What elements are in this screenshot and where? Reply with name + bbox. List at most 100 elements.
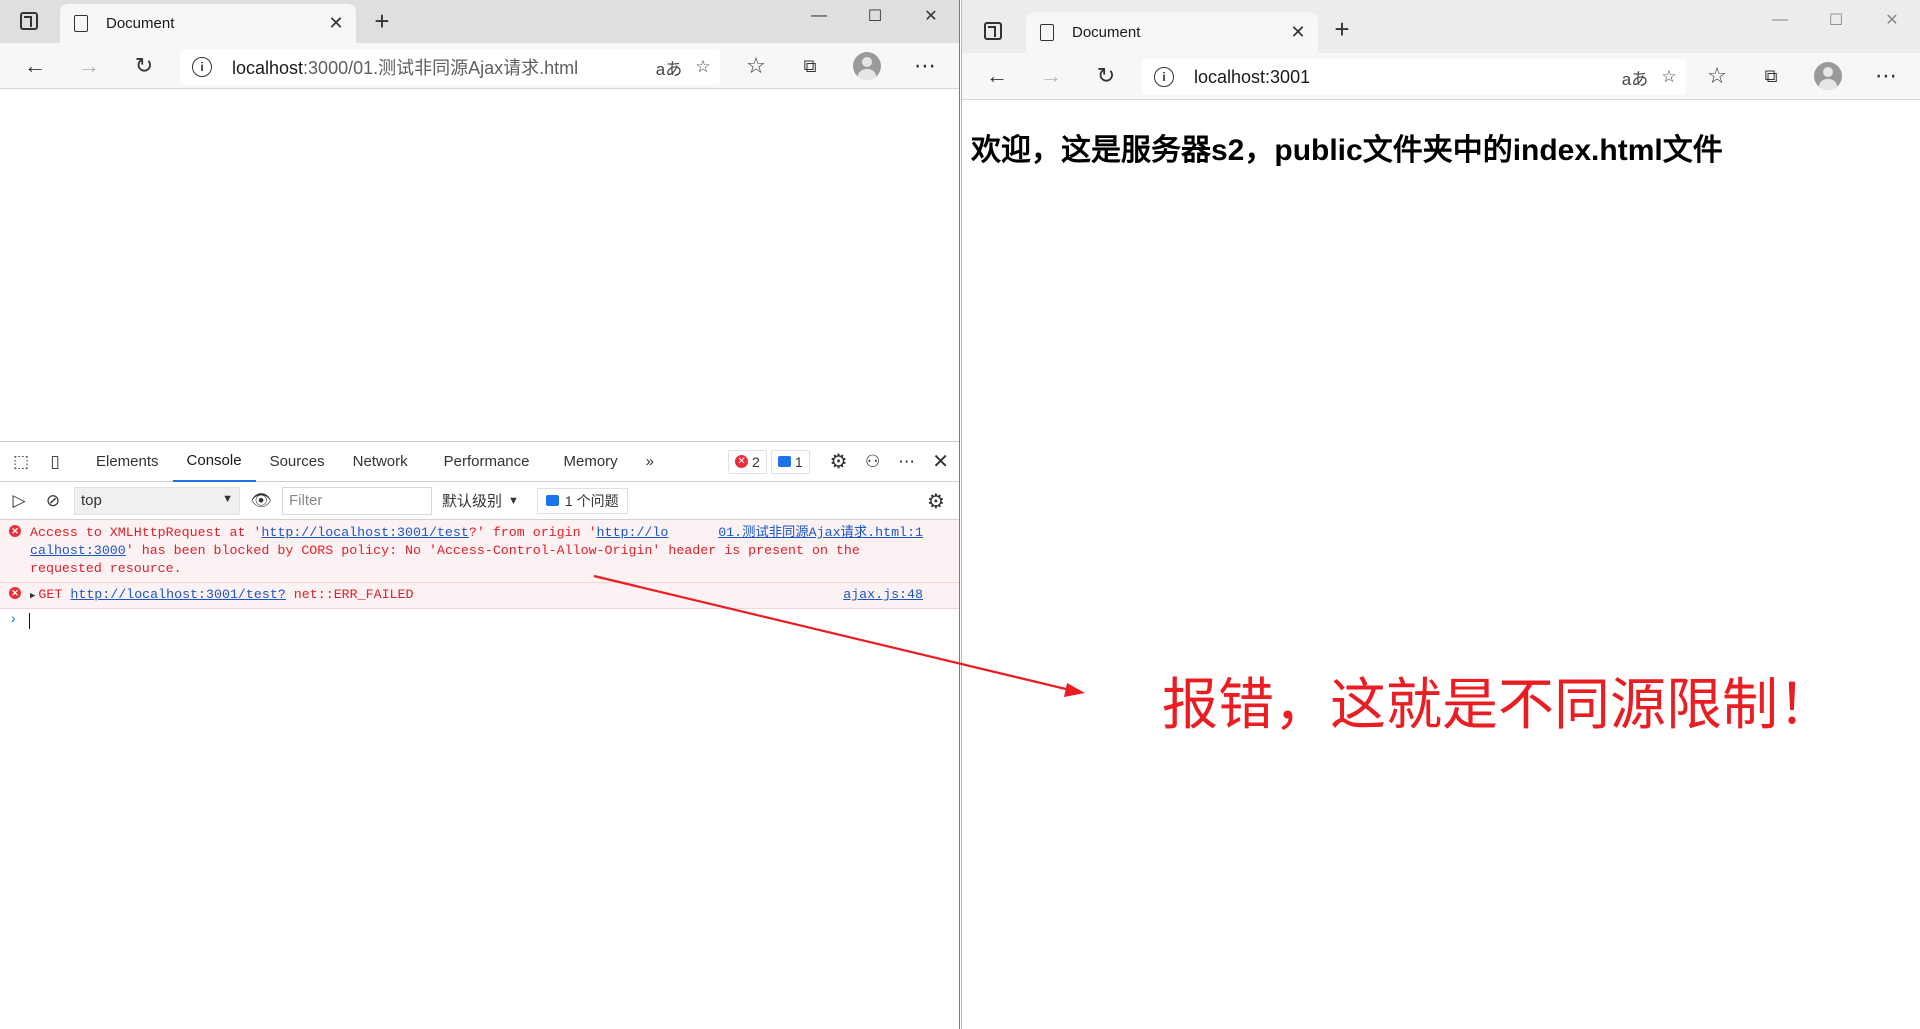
close-devtools-icon[interactable]: ✕: [924, 442, 958, 482]
device-toolbar-icon[interactable]: ▯: [38, 442, 72, 482]
refresh-button[interactable]: ↻: [130, 52, 158, 80]
address-bar[interactable]: i localhost:3000/01.测试非同源Ajax请求.html aあ …: [180, 49, 720, 85]
url-text[interactable]: localhost:3000/01.测试非同源Ajax请求.html: [232, 54, 652, 80]
log-level-value: 默认级别: [442, 493, 503, 510]
devtools-more-icon[interactable]: ⋯: [890, 442, 924, 482]
forward-button[interactable]: →: [75, 52, 103, 80]
console-output: ✕ Access to XMLHttpRequest at 'http://lo…: [0, 520, 959, 633]
collections-icon[interactable]: ⧉: [1757, 62, 1785, 90]
request-method: GET: [38, 587, 63, 602]
site-info-icon[interactable]: i: [192, 57, 212, 77]
clear-console-icon[interactable]: ⊘: [36, 481, 70, 521]
console-prompt[interactable]: ›: [0, 609, 959, 633]
favorites-icon[interactable]: ☆: [1703, 62, 1731, 90]
tab-performance[interactable]: Performance: [430, 442, 544, 482]
origin-link[interactable]: http://lo: [597, 525, 669, 540]
console-settings-icon[interactable]: ⚙: [919, 482, 953, 520]
minimize-button[interactable]: —: [1752, 0, 1808, 40]
log-level-dropdown[interactable]: 默认级别 ▼: [442, 490, 519, 511]
tab-sources[interactable]: Sources: [256, 442, 339, 482]
address-bar[interactable]: i localhost:3001 aあ ☆: [1142, 59, 1686, 95]
request-url-link[interactable]: http://localhost:3001/test?: [70, 587, 285, 602]
browser-tab[interactable]: Document ✕: [60, 4, 356, 43]
origin-link[interactable]: calhost:3000: [30, 543, 126, 558]
tab-elements[interactable]: Elements: [82, 442, 173, 482]
more-menu-icon[interactable]: ⋯: [1872, 62, 1900, 90]
issues-icon: [545, 495, 559, 506]
add-favorite-icon[interactable]: ☆: [1652, 67, 1686, 87]
issues-button[interactable]: 1 个问题: [536, 487, 628, 514]
favorites-icon[interactable]: ☆: [742, 52, 770, 80]
profile-avatar[interactable]: [1814, 62, 1842, 90]
tab-actions-icon[interactable]: [20, 12, 38, 30]
prompt-chevron-icon: ›: [9, 612, 18, 628]
read-aloud-icon[interactable]: aあ: [652, 55, 686, 80]
right-browser-window: Document ✕ + — ☐ ✕ ← → ↻ i localhost:300…: [961, 0, 1920, 1029]
site-info-icon[interactable]: i: [1154, 67, 1174, 87]
back-button[interactable]: ←: [21, 52, 49, 80]
collections-icon[interactable]: ⧉: [796, 52, 824, 80]
tab-console[interactable]: Console: [172, 442, 256, 482]
tab-network[interactable]: Network: [339, 442, 422, 482]
window-controls: — ☐ ✕: [1752, 0, 1920, 40]
close-tab-icon[interactable]: ✕: [1284, 22, 1312, 43]
back-button[interactable]: ←: [983, 62, 1011, 90]
error-icon: ✕: [9, 587, 21, 599]
chevron-down-icon: ▼: [508, 494, 519, 507]
url-path: :3000/01.测试非同源Ajax请求.html: [303, 58, 579, 78]
message-icon: [777, 456, 791, 467]
annotation-text: 报错，这就是不同源限制！: [1162, 673, 1834, 738]
more-tabs-icon[interactable]: »: [632, 442, 668, 482]
settings-icon[interactable]: ⚙: [822, 442, 856, 482]
message-count-badge[interactable]: 1: [770, 449, 810, 474]
message-text: requested resource.: [30, 561, 182, 576]
context-selector[interactable]: top ▼: [74, 486, 240, 515]
more-menu-icon[interactable]: ⋯: [911, 52, 939, 80]
devtools-panel: ⬚ ▯ Elements Console Sources Network Per…: [0, 441, 959, 1029]
inspect-element-icon[interactable]: ⬚: [4, 442, 38, 482]
message-count: 1: [794, 453, 803, 470]
browser-tab[interactable]: Document ✕: [1026, 12, 1318, 53]
window-controls: — ☐ ✕: [791, 0, 959, 32]
close-window-button[interactable]: ✕: [903, 0, 959, 32]
customize-icon[interactable]: ⚇: [856, 442, 890, 482]
minimize-button[interactable]: —: [791, 0, 847, 32]
show-sidebar-icon[interactable]: ▷: [2, 481, 36, 521]
document-icon: [74, 15, 88, 32]
title-bar: Document ✕ + — ☐ ✕: [0, 0, 959, 43]
expand-triangle-icon[interactable]: ▶: [30, 591, 35, 601]
error-url-link[interactable]: http://localhost:3001/test: [261, 525, 468, 540]
add-favorite-icon[interactable]: ☆: [686, 57, 720, 77]
read-aloud-icon[interactable]: aあ: [1618, 65, 1652, 90]
refresh-button[interactable]: ↻: [1092, 62, 1120, 90]
url-text[interactable]: localhost:3001: [1194, 67, 1618, 88]
source-link[interactable]: ajax.js:48: [843, 586, 923, 604]
url-host: localhost: [232, 58, 304, 78]
console-filter-input[interactable]: [282, 486, 432, 515]
tab-actions-icon[interactable]: [984, 22, 1002, 40]
forward-button[interactable]: →: [1037, 62, 1065, 90]
chevron-down-icon: ▼: [222, 492, 233, 505]
request-status: net::ERR_FAILED: [293, 587, 414, 602]
error-count-badge[interactable]: ✕ 2: [728, 449, 767, 474]
maximize-button[interactable]: ☐: [1808, 0, 1864, 40]
browser-toolbar: ← → ↻ i localhost:3000/01.测试非同源Ajax请求.ht…: [0, 43, 959, 89]
error-count: 2: [752, 453, 760, 470]
context-value: top: [81, 492, 102, 509]
close-window-button[interactable]: ✕: [1864, 0, 1920, 40]
error-icon: ✕: [735, 455, 749, 468]
console-error-message: ✕ ▶ GET http://localhost:3001/test? net::…: [0, 583, 959, 609]
browser-toolbar: ← → ↻ i localhost:3001 aあ ☆ ☆ ⧉ ⋯: [962, 53, 1920, 100]
maximize-button[interactable]: ☐: [847, 0, 903, 32]
profile-avatar[interactable]: [853, 52, 881, 80]
devtools-tab-bar: ⬚ ▯ Elements Console Sources Network Per…: [0, 442, 959, 482]
close-tab-icon[interactable]: ✕: [322, 13, 350, 34]
tab-memory[interactable]: Memory: [550, 442, 632, 482]
live-expression-eye-icon[interactable]: 👁: [244, 481, 278, 521]
source-link[interactable]: 01.测试非同源Ajax请求.html:1: [718, 524, 923, 542]
message-text: ?' from origin ': [468, 525, 597, 540]
new-tab-button[interactable]: +: [368, 6, 396, 37]
message-text: Access to XMLHttpRequest at ': [30, 525, 262, 540]
page-heading: 欢迎，这是服务器s2，public文件夹中的index.html文件: [971, 134, 1723, 167]
new-tab-button[interactable]: +: [1328, 14, 1356, 45]
